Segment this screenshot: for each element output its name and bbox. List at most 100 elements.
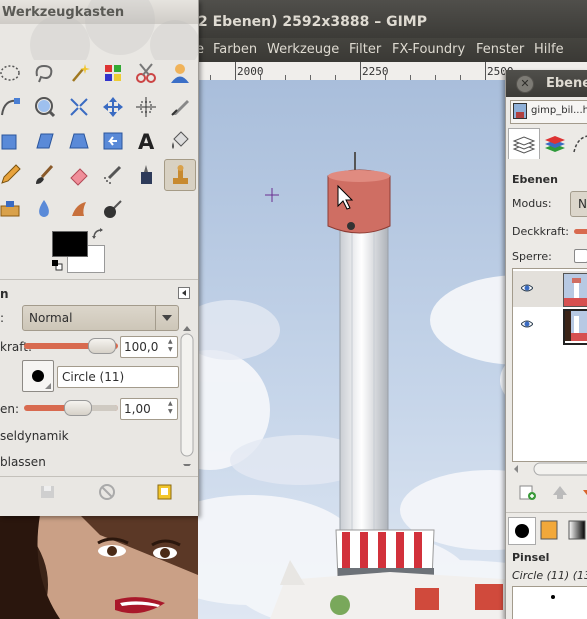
crop-knife-icon[interactable] — [166, 93, 194, 121]
scale-slider-knob[interactable] — [64, 400, 92, 416]
zoom-magnifier-icon[interactable] — [65, 93, 93, 121]
layers-dock-titlebar: ✕ Ebenen — [506, 70, 587, 97]
eye-visibility-icon[interactable] — [521, 319, 533, 329]
layers-section-title: Ebenen — [512, 173, 558, 186]
opacity-value: 100,0 — [124, 340, 159, 354]
mode-label: : — [0, 311, 5, 325]
scale-spinbox[interactable]: 1,00 ▲ ▼ — [120, 398, 178, 420]
opacity-slider-knob[interactable] — [88, 338, 116, 354]
paintbrush-icon[interactable] — [30, 161, 58, 189]
blur-drop-icon[interactable] — [30, 195, 58, 223]
image-thumbnail-icon — [513, 103, 527, 119]
toolbox-window: Werkzeugkasten A n: Normal kraft: 100,0… — [0, 0, 199, 516]
layer-row[interactable] — [513, 307, 587, 345]
new-layer-icon[interactable] — [518, 483, 538, 501]
svg-text:A: A — [138, 130, 155, 152]
layer-mode-dropdown[interactable]: N — [570, 191, 587, 217]
layer-thumbnail — [563, 309, 587, 345]
brush-name-field[interactable]: Circle (11) — [57, 366, 179, 388]
layer-thumbnail — [563, 273, 587, 307]
tab-brushes[interactable] — [508, 517, 536, 545]
measure-move-icon[interactable] — [99, 93, 127, 121]
foreground-color-swatch[interactable] — [52, 231, 88, 257]
scale-transform-icon[interactable] — [30, 127, 58, 155]
save-options-icon[interactable] — [38, 483, 58, 501]
layer-row[interactable] — [513, 271, 587, 307]
bucket-fill-icon[interactable] — [166, 127, 194, 155]
mode-dropdown[interactable]: Normal — [22, 305, 179, 331]
tab-layers[interactable] — [508, 128, 540, 159]
tool-options-heading: n — [0, 287, 9, 301]
menu-tools[interactable]: Werkzeuge — [267, 42, 339, 57]
close-icon[interactable]: ✕ — [516, 75, 534, 93]
brush-preview-button[interactable] — [22, 360, 54, 392]
layer-mode-label: Modus: — [512, 197, 552, 210]
layers-dock-title: Ebenen — [546, 76, 587, 91]
menu-help[interactable]: Hilfe — [534, 42, 564, 57]
heal-icon[interactable] — [0, 195, 24, 223]
rotate-transform-icon[interactable] — [0, 127, 24, 155]
spin-arrows-icon[interactable]: ▲ ▼ — [168, 400, 176, 418]
smudge-icon[interactable] — [65, 195, 93, 223]
tool-options-scrollbar[interactable] — [180, 326, 194, 466]
brushes-section-title: Pinsel — [512, 551, 550, 564]
tab-patterns[interactable] — [536, 517, 562, 543]
menu-windows[interactable]: Fenster — [476, 42, 524, 57]
tab-menu-icon[interactable] — [178, 287, 190, 299]
pencil-icon[interactable] — [0, 161, 24, 189]
brushes-grid[interactable] — [512, 586, 587, 619]
default-colors-icon[interactable] — [51, 259, 63, 271]
align-icon[interactable] — [132, 93, 160, 121]
ellipse-select-icon[interactable] — [0, 59, 24, 87]
scale-value: 1,00 — [124, 402, 151, 416]
image-selector[interactable]: gimp_bil...h — [510, 100, 587, 124]
menu-filters[interactable]: Filter — [349, 42, 381, 57]
scale-slider[interactable] — [24, 400, 118, 416]
tab-channels[interactable] — [540, 128, 570, 158]
raise-layer-icon[interactable] — [550, 483, 570, 501]
flip-icon[interactable] — [99, 127, 127, 155]
toolbox-title: Werkzeugkasten — [2, 5, 125, 20]
fuzzy-select-wand-icon[interactable] — [65, 59, 93, 87]
tab-paths[interactable] — [570, 128, 587, 158]
clone-stamp-icon[interactable] — [164, 159, 196, 191]
opacity-slider[interactable] — [24, 338, 118, 354]
lock-alpha-checkbox[interactable] — [574, 249, 587, 263]
eye-visibility-icon[interactable] — [521, 283, 533, 293]
shear-transform-icon[interactable] — [65, 127, 93, 155]
lock-label: Sperre: — [512, 250, 552, 263]
brush-selected-value: Circle (11) (13 — [512, 569, 587, 582]
mode-value: Normal — [29, 311, 73, 325]
layer-opacity-slider[interactable] — [574, 229, 587, 234]
brush-dynamics-expander[interactable]: seldynamik — [0, 429, 69, 443]
toolbox-divider — [0, 476, 198, 477]
menu-colors[interactable]: Farben — [213, 42, 257, 57]
lower-layer-icon[interactable] — [580, 483, 587, 501]
foreground-select-icon[interactable] — [166, 59, 194, 87]
layers-dock: ✕ Ebenen gimp_bil...h Ebenen Modus: N De… — [505, 70, 587, 619]
airbrush-icon[interactable] — [99, 161, 127, 189]
dodge-burn-icon[interactable] — [99, 195, 127, 223]
image-window-title: 2 Ebenen) 2592x3888 – GIMP — [198, 14, 427, 30]
scale-label: en: — [0, 402, 20, 416]
layers-horizontal-scrollbar[interactable] — [512, 462, 587, 476]
select-by-color-icon[interactable] — [99, 59, 127, 87]
fade-out-expander[interactable]: blassen — [0, 455, 46, 469]
ink-icon[interactable] — [132, 161, 160, 189]
restore-options-icon[interactable] — [155, 483, 175, 501]
free-select-lasso-icon[interactable] — [30, 59, 58, 87]
paths-icon[interactable] — [0, 93, 24, 121]
image-window-titlebar: 2 Ebenen) 2592x3888 – GIMP — [190, 0, 587, 38]
menu-fx-foundry[interactable]: FX-Foundry — [392, 42, 465, 57]
scissors-select-icon[interactable] — [132, 59, 160, 87]
color-picker-icon[interactable] — [30, 93, 58, 121]
opacity-spinbox[interactable]: 100,0 ▲ ▼ — [120, 336, 178, 358]
chevron-down-icon — [155, 306, 178, 330]
tab-gradients[interactable] — [564, 517, 587, 543]
reset-options-icon[interactable] — [97, 483, 117, 501]
swap-colors-icon[interactable] — [92, 228, 104, 240]
spin-arrows-icon[interactable]: ▲ ▼ — [168, 338, 176, 356]
layers-list[interactable] — [512, 268, 587, 462]
eraser-icon[interactable] — [65, 161, 93, 189]
text-tool-icon[interactable]: A — [132, 127, 160, 155]
